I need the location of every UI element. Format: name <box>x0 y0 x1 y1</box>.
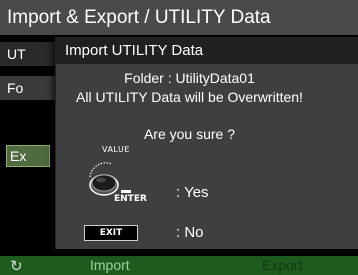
confirm-dialog: Import UTILITY Data Folder : UtilityData… <box>55 37 358 249</box>
folder-line: Folder : UtilityData01 <box>124 70 255 86</box>
value-knob-icon <box>89 162 119 196</box>
enter-label: ENTER <box>114 194 147 204</box>
list-item-label: UT <box>7 46 26 62</box>
export-side-button[interactable]: Ex <box>6 145 50 167</box>
confirm-question: Are you sure ? <box>143 126 236 142</box>
exit-button[interactable]: EXIT <box>84 225 138 241</box>
screen-title: Import & Export / UTILITY Data <box>7 6 271 28</box>
screen-header: Import & Export / UTILITY Data <box>0 0 358 35</box>
footer-bar: ↻ Import Export <box>0 256 358 275</box>
footer-import-tab[interactable]: Import <box>90 257 130 273</box>
refresh-icon[interactable]: ↻ <box>10 257 23 275</box>
list-item-label: Fo <box>7 80 24 96</box>
value-label: VALUE <box>102 145 130 154</box>
yes-label: : Yes <box>176 184 209 201</box>
dialog-title: Import UTILITY Data <box>56 37 358 64</box>
footer-export-tab[interactable]: Export <box>262 257 302 273</box>
no-label: : No <box>176 224 204 241</box>
warning-line: All UTILITY Data will be Overwritten! <box>76 89 303 105</box>
value-enter-control[interactable]: VALUE ENTER <box>84 145 147 215</box>
enter-mark-icon <box>121 190 131 193</box>
